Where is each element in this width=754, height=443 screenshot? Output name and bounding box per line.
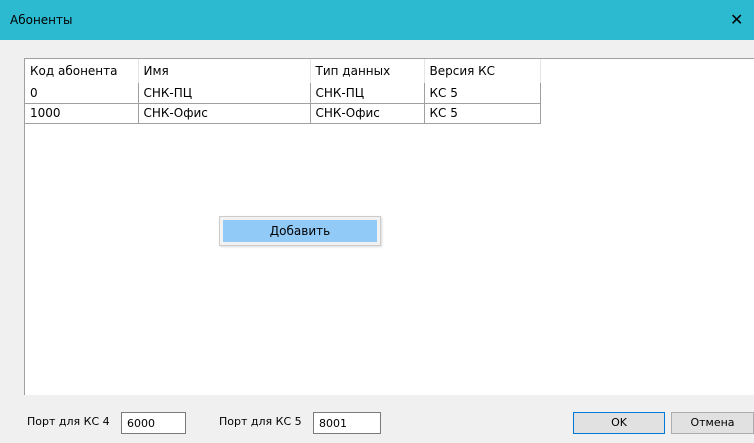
table-row[interactable]: 0 СНК-ПЦ СНК-ПЦ КС 5 xyxy=(25,83,541,104)
subscribers-table: Код абонента Имя Тип данных Версия КС 0 … xyxy=(25,59,541,124)
window-title: Абоненты xyxy=(10,13,73,27)
port-ks4-label: Порт для КС 4 xyxy=(27,415,110,428)
subscribers-list[interactable]: Код абонента Имя Тип данных Версия КС 0 … xyxy=(24,58,754,395)
ok-button[interactable]: OK xyxy=(573,412,665,434)
cell-name: СНК-ПЦ xyxy=(138,83,311,104)
column-header-data-type[interactable]: Тип данных xyxy=(310,59,425,83)
port-ks4-input[interactable] xyxy=(121,412,186,434)
cell-ks-version: КС 5 xyxy=(424,83,541,104)
column-header-name[interactable]: Имя xyxy=(138,59,311,83)
cell-name: СНК-Офис xyxy=(138,103,311,124)
column-header-ks-version[interactable]: Версия КС xyxy=(424,59,541,83)
footer-bar: Порт для КС 4 Порт для КС 5 OK Отмена xyxy=(0,395,754,443)
table-row[interactable]: 1000 СНК-Офис СНК-Офис КС 5 xyxy=(25,103,541,124)
table-header-row: Код абонента Имя Тип данных Версия КС xyxy=(25,59,541,83)
dialog-content: Код абонента Имя Тип данных Версия КС 0 … xyxy=(0,40,754,443)
column-header-code[interactable]: Код абонента xyxy=(25,59,139,83)
cell-code: 0 xyxy=(25,83,139,104)
cell-data-type: СНК-Офис xyxy=(310,103,425,124)
port-ks5-input[interactable] xyxy=(313,412,381,434)
context-menu-item-add[interactable]: Добавить xyxy=(223,220,377,242)
cell-code: 1000 xyxy=(25,103,139,124)
port-ks5-label: Порт для КС 5 xyxy=(219,415,302,428)
cell-ks-version: КС 5 xyxy=(424,103,541,124)
close-icon[interactable]: ✕ xyxy=(730,0,754,40)
context-menu: Добавить xyxy=(219,216,381,246)
cancel-button[interactable]: Отмена xyxy=(671,412,754,434)
title-bar[interactable]: Абоненты ✕ xyxy=(0,0,754,40)
cell-data-type: СНК-ПЦ xyxy=(310,83,425,104)
subscribers-dialog: Абоненты ✕ Код абонента Имя Тип данных В… xyxy=(0,0,754,443)
